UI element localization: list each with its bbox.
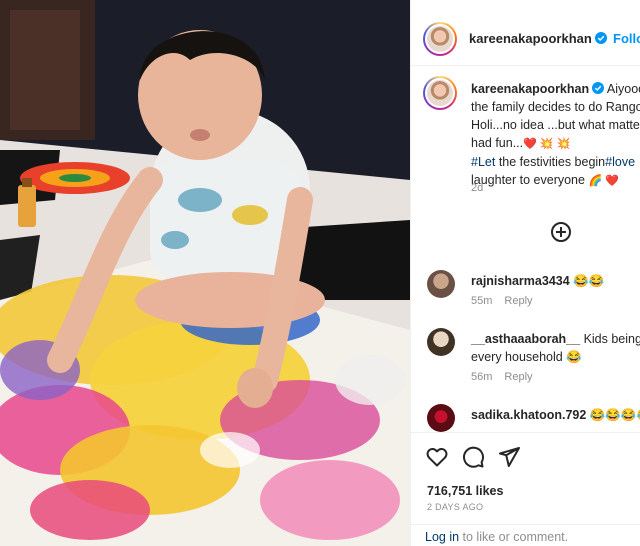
- commenter-username[interactable]: rajnisharma3434: [471, 274, 570, 288]
- load-more-comments-button[interactable]: [551, 222, 571, 242]
- post-side-panel: kareenakapoorkhan Follo kareenakapoorkha…: [410, 0, 640, 546]
- commenter-username[interactable]: sadika.khatoon.792: [471, 408, 586, 422]
- author-avatar[interactable]: [423, 22, 457, 56]
- follow-button[interactable]: Follo: [613, 31, 640, 46]
- commenter-avatar[interactable]: [427, 328, 455, 356]
- comment-icon[interactable]: [461, 445, 485, 469]
- hashtag-love[interactable]: #love: [605, 155, 635, 169]
- commenter-avatar[interactable]: [427, 270, 455, 298]
- comment-item: rajnisharma3434 😂😂 55m Reply: [411, 270, 640, 330]
- post-photo: [0, 0, 410, 546]
- commenter-avatar[interactable]: [427, 404, 455, 432]
- comment-item: __asthaaaborah__ Kids being k every hous…: [411, 328, 640, 388]
- login-bar: Log in to like or comment.: [411, 524, 640, 546]
- share-icon[interactable]: [497, 445, 521, 469]
- reply-button[interactable]: Reply: [504, 295, 532, 307]
- verified-badge-icon: [592, 82, 605, 94]
- verified-badge-icon: [594, 32, 607, 44]
- like-count[interactable]: 716,751 likes: [427, 484, 503, 498]
- hashtag-let[interactable]: #Let: [471, 155, 495, 169]
- post-header: kareenakapoorkhan Follo: [411, 10, 640, 66]
- author-username[interactable]: kareenakapoorkhan: [469, 31, 607, 46]
- commenter-username[interactable]: __asthaaaborah__: [471, 332, 580, 346]
- reply-button[interactable]: Reply: [504, 371, 532, 383]
- caption-text: kareenakapoorkhan Aiyooo the family deci…: [471, 82, 640, 187]
- post-date: 2 DAYS AGO: [427, 502, 484, 512]
- heart-icon[interactable]: [425, 445, 449, 469]
- caption-username[interactable]: kareenakapoorkhan: [471, 82, 589, 96]
- action-bar: [411, 432, 640, 482]
- login-link[interactable]: Log in: [425, 530, 459, 544]
- caption-age: 2d: [471, 182, 484, 194]
- caption-avatar[interactable]: [423, 76, 457, 110]
